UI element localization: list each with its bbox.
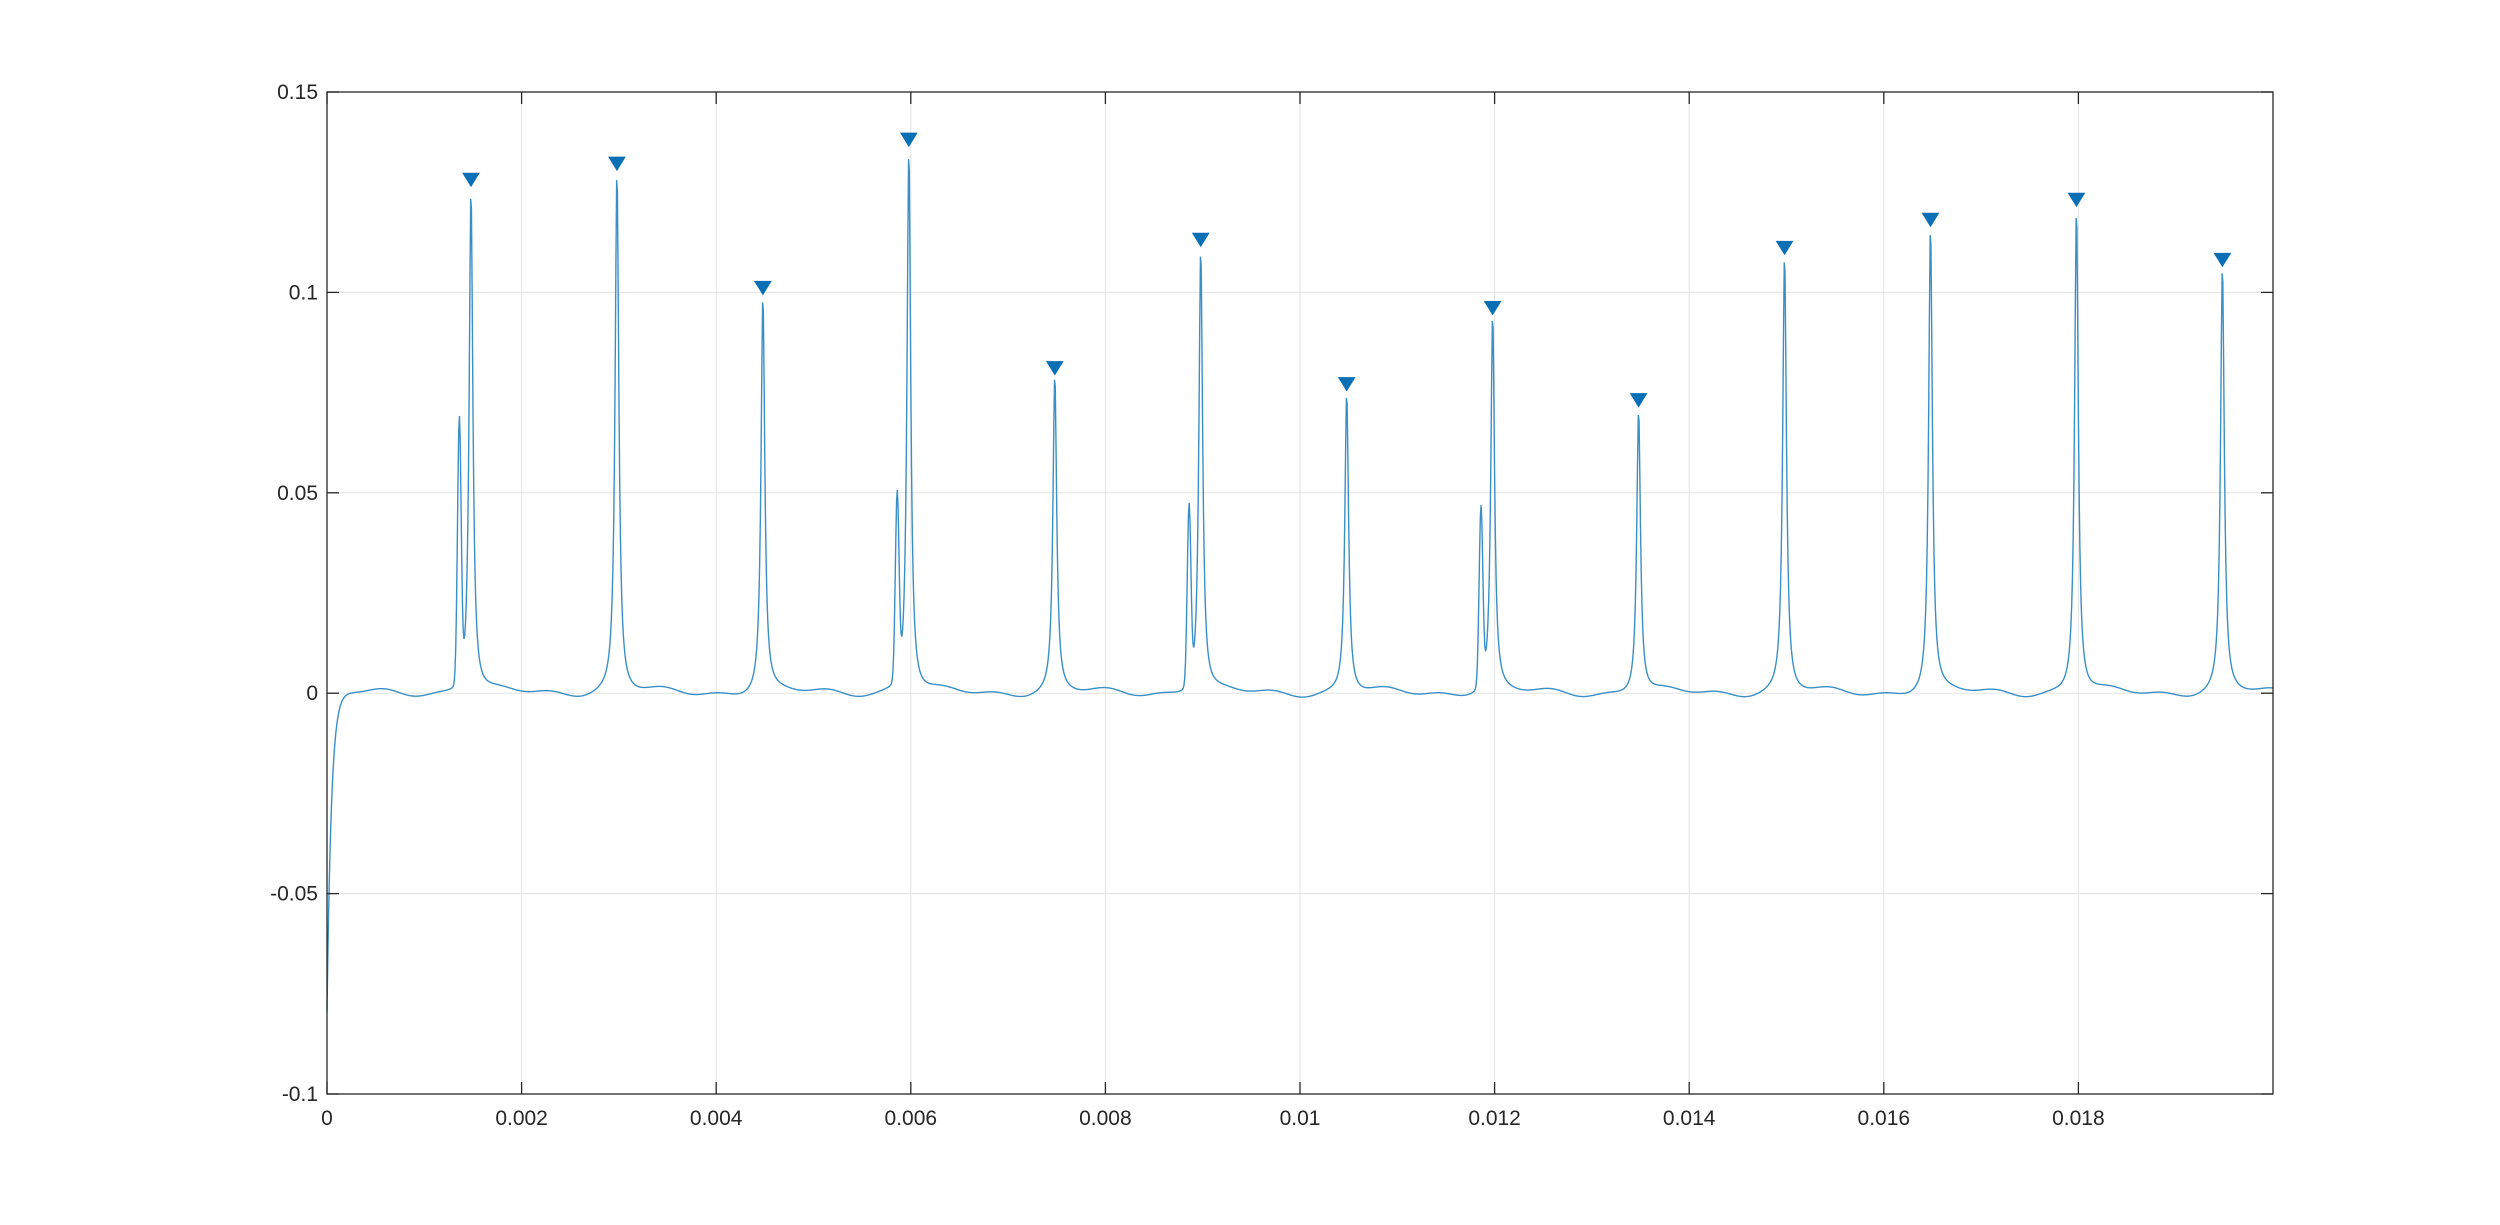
y-tick-label: -0.05 bbox=[270, 883, 318, 906]
x-tick-labels: 0 0.002 0.004 0.006 0.008 0.01 0.012 0.014 0.016… bbox=[321, 1107, 2105, 1130]
x-tick-label: 0.018 bbox=[2052, 1107, 2105, 1130]
x-tick-label: 0.002 bbox=[495, 1107, 548, 1130]
y-tick-label: -0.1 bbox=[282, 1083, 318, 1106]
x-tick-label: 0.008 bbox=[1079, 1107, 1132, 1130]
chart: 0 0.002 0.004 0.006 0.008 0.01 0.012 0.014 0.016… bbox=[270, 81, 2274, 1130]
y-tick-labels: -0.1 -0.05 0 0.05 0.1 0.15 bbox=[270, 81, 318, 1106]
x-tick-label: 0.01 bbox=[1280, 1107, 1321, 1130]
x-tick-label: 0.012 bbox=[1468, 1107, 1521, 1130]
y-tick-label: 0.1 bbox=[289, 281, 318, 304]
y-tick-label: 0 bbox=[306, 682, 318, 705]
x-tick-label: 0 bbox=[321, 1107, 333, 1130]
x-tick-label: 0.016 bbox=[1858, 1107, 1911, 1130]
y-tick-label: 0.05 bbox=[277, 482, 318, 505]
y-tick-label: 0.15 bbox=[277, 81, 318, 104]
x-tick-label: 0.006 bbox=[885, 1107, 938, 1130]
x-tick-label: 0.014 bbox=[1663, 1107, 1716, 1130]
x-tick-label: 0.004 bbox=[690, 1107, 743, 1130]
